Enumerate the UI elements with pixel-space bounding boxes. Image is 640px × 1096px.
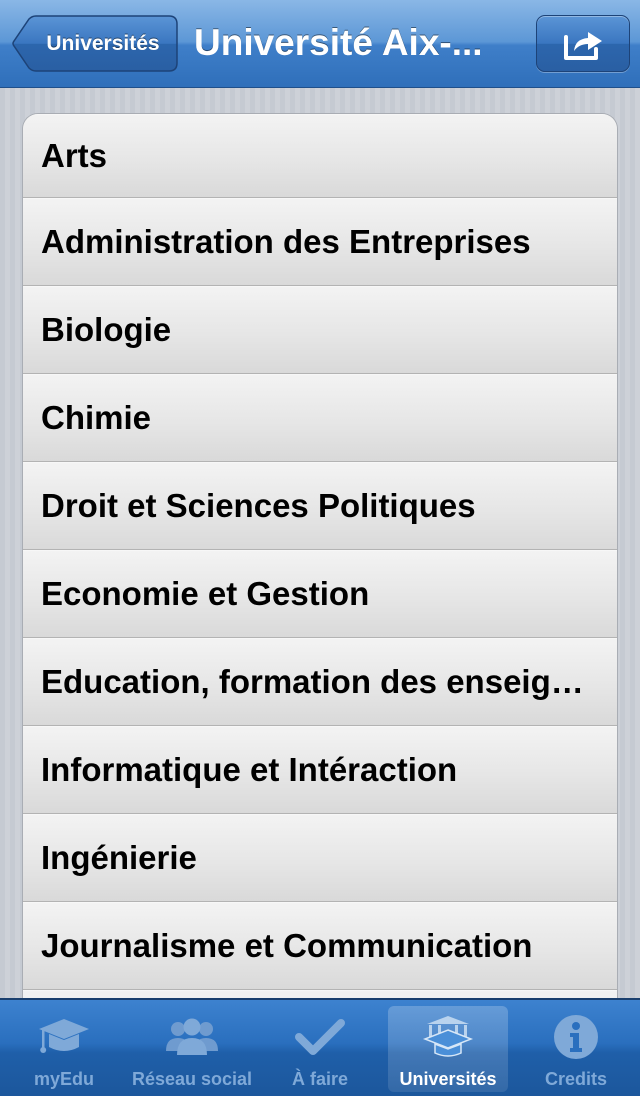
- info-icon: [554, 1015, 598, 1059]
- tab-myedu[interactable]: myEdu: [4, 1006, 124, 1092]
- list-item-label: Biologie: [41, 311, 172, 348]
- page-title: Université Aix-...: [194, 22, 483, 63]
- tab-universities[interactable]: Universités: [388, 1006, 508, 1092]
- share-icon: [564, 32, 602, 60]
- list-item[interactable]: Administration des Entreprises: [23, 198, 617, 286]
- back-button-label: Universités: [46, 31, 160, 55]
- list-item-label: Economie et Gestion: [41, 575, 370, 612]
- list-item-label: Ingénierie: [41, 839, 197, 876]
- tab-credits[interactable]: Credits: [516, 1006, 636, 1092]
- list-item-label: Arts: [41, 137, 108, 174]
- checkmark-icon: [295, 1019, 345, 1055]
- list-item[interactable]: Arts: [23, 114, 617, 198]
- faculty-list: Arts Administration des Entreprises Biol…: [22, 113, 618, 1000]
- tab-label: Credits: [544, 1069, 607, 1089]
- list-item[interactable]: Journalisme et Communication: [23, 902, 617, 990]
- list-item-label: Journalisme et Communication: [41, 927, 533, 964]
- graduation-cap-icon: [39, 1019, 89, 1053]
- university-icon: [422, 1016, 474, 1057]
- list-item[interactable]: Education, formation des enseignants: [23, 638, 617, 726]
- people-icon: [166, 1018, 218, 1055]
- list-item-label: Administration des Entreprises: [41, 223, 531, 260]
- list-item-label: Droit et Sciences Politiques: [41, 487, 476, 524]
- list-item-label: Education, formation des enseignants: [41, 663, 601, 700]
- list-item-label: Chimie: [41, 399, 152, 436]
- tab-label: Réseau social: [131, 1069, 253, 1089]
- list-item[interactable]: Droit et Sciences Politiques: [23, 462, 617, 550]
- list-item-label: Informatique et Intéraction: [41, 751, 458, 788]
- tab-todo[interactable]: À faire: [260, 1006, 380, 1092]
- tab-label: Universités: [399, 1069, 497, 1089]
- tab-label: À faire: [291, 1069, 349, 1089]
- tab-bar: myEdu Réseau social À faire Universités …: [0, 998, 640, 1096]
- back-button[interactable]: Universités: [12, 15, 178, 72]
- list-item[interactable]: Chimie: [23, 374, 617, 462]
- list-item[interactable]: Informatique et Intéraction: [23, 726, 617, 814]
- tab-label: myEdu: [33, 1069, 94, 1089]
- list-item[interactable]: Economie et Gestion: [23, 550, 617, 638]
- share-button[interactable]: [536, 15, 630, 72]
- list-item[interactable]: Biologie: [23, 286, 617, 374]
- navigation-bar: Universités Université Aix-...: [0, 0, 640, 88]
- tab-social[interactable]: Réseau social: [132, 1006, 252, 1092]
- list-item[interactable]: Ingénierie: [23, 814, 617, 902]
